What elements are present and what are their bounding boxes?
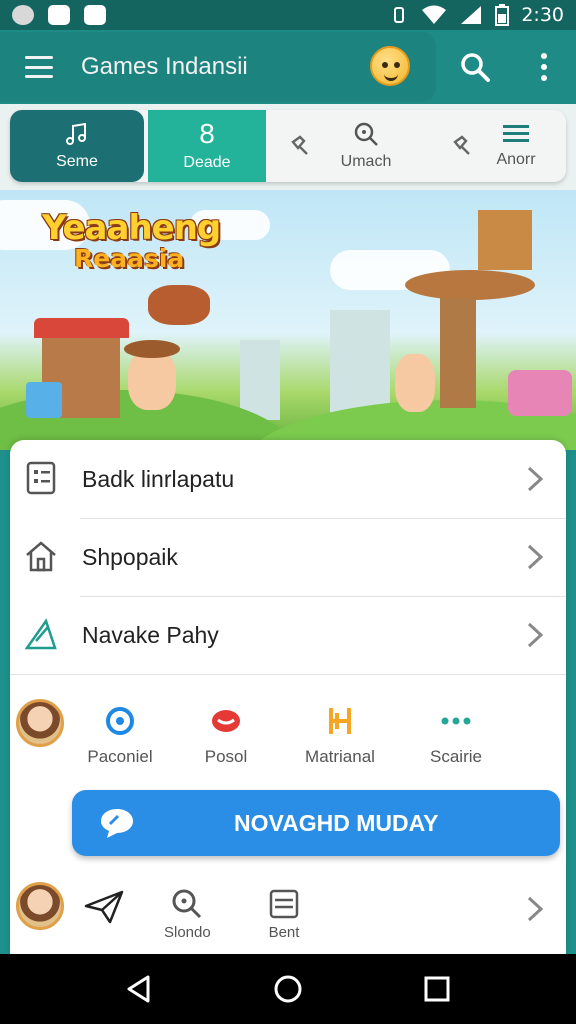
chevron-right-icon[interactable]	[526, 896, 544, 922]
hat	[124, 340, 180, 358]
list-item-label: Navake Pahy	[82, 621, 219, 648]
tab-label: Deade	[183, 154, 231, 171]
kid-character	[395, 354, 435, 412]
hero-subtitle: Reaasia	[74, 244, 185, 273]
list-button[interactable]: Bent	[268, 888, 300, 941]
list-item-label: Badk linrlapatu	[82, 465, 235, 492]
tab-label: Umach	[340, 153, 392, 170]
primary-action-button[interactable]: NOVAGHD MUDAY	[72, 790, 560, 856]
home-icon	[26, 541, 56, 572]
chevron-right-icon	[527, 544, 544, 570]
search-icon	[172, 889, 202, 919]
wifi-icon	[422, 5, 447, 24]
home-button-icon[interactable]	[273, 974, 303, 1004]
quick-action-label: Matrianal	[305, 747, 375, 766]
quick-actions: Paconiel Posol Matrianal Scairie	[10, 695, 566, 775]
quick-action-matrianal[interactable]: Matrianal	[280, 705, 400, 767]
fruit-basket	[26, 382, 62, 418]
primary-action-label: NOVAGHD MUDAY	[234, 809, 439, 836]
quick-action-label: Paconiel	[87, 747, 153, 766]
dots-icon	[441, 717, 471, 725]
tab-deade[interactable]: 8 Deade	[148, 110, 266, 182]
bread-item	[148, 285, 210, 325]
smiley-avatar-icon[interactable]	[370, 46, 410, 86]
list-item-label: Shpopaik	[82, 543, 178, 570]
avatar[interactable]	[16, 882, 64, 930]
chat-bubble-icon	[101, 809, 133, 838]
search-icon	[354, 122, 378, 146]
chevron-right-icon	[527, 622, 544, 648]
tab-label: Seme	[56, 153, 98, 170]
list-item-badk[interactable]: Badk linrlapatu	[10, 440, 566, 518]
search-button[interactable]: Slondo	[164, 888, 211, 941]
hero-title: Yeaaheng	[42, 208, 221, 248]
status-bar: 2:30	[0, 0, 576, 30]
music-note-icon	[66, 122, 86, 145]
quick-action-paconiel[interactable]: Paconiel	[60, 705, 180, 767]
recents-icon[interactable]	[422, 974, 452, 1004]
clock: 2:30	[521, 4, 564, 26]
system-nav-bar	[0, 954, 576, 1024]
avatar[interactable]	[16, 699, 64, 747]
at-icon	[106, 707, 134, 735]
send-icon	[84, 890, 124, 924]
pin-icon	[453, 135, 470, 155]
quick-action-label: Posol	[204, 747, 248, 766]
triangle-ruler-icon	[24, 618, 57, 650]
treehouse-platform	[405, 270, 535, 300]
quick-action-scairie[interactable]: Scairie	[396, 705, 516, 767]
app-notification-icon	[12, 5, 34, 25]
hero-banner[interactable]: Yeaaheng Reaasia	[0, 190, 576, 450]
list-icon	[269, 889, 299, 919]
send-button[interactable]	[84, 890, 124, 924]
quick-action-posol[interactable]: Posol	[166, 705, 286, 767]
app-bar: Games Indansii	[0, 30, 576, 104]
clipboard-icon	[26, 461, 56, 495]
more-options-icon[interactable]	[535, 50, 553, 84]
menu-card: Badk linrlapatu Shpopaik Navake Pahy Pac…	[10, 440, 566, 954]
tab-seme[interactable]: Seme	[10, 110, 144, 182]
search-icon[interactable]	[460, 52, 490, 82]
cart	[508, 370, 572, 416]
pin-icon	[291, 135, 308, 155]
tree-trunk	[440, 298, 476, 408]
image-notification-icon	[48, 5, 70, 25]
lips-icon	[212, 710, 240, 732]
treehouse	[478, 210, 532, 270]
back-icon[interactable]	[124, 974, 154, 1004]
vibrate-icon	[394, 7, 405, 23]
menu-icon	[503, 125, 529, 142]
bottom-action-label: Slondo	[164, 924, 211, 941]
tab-bar: Seme 8 Deade Umach Anorr	[10, 110, 566, 182]
market-stall-roof	[34, 318, 129, 338]
battery-icon	[495, 4, 510, 26]
bottom-action-label: Bent	[268, 924, 300, 941]
chevron-right-icon	[527, 466, 544, 492]
h-icon	[329, 708, 351, 734]
farmer-character	[128, 350, 176, 410]
list-item-navake[interactable]: Navake Pahy	[10, 596, 566, 674]
tab-anorr[interactable]: Anorr	[453, 110, 566, 182]
tab-umach[interactable]: Umach	[266, 110, 466, 182]
bottom-actions: Slondo Bent	[10, 876, 566, 946]
bag-notification-icon	[84, 5, 106, 25]
tab-count: 8	[199, 118, 215, 149]
signal-icon	[461, 6, 482, 24]
list-item-shpopaik[interactable]: Shpopaik	[10, 518, 566, 596]
quick-action-label: Scairie	[430, 747, 482, 766]
tab-label: Anorr	[496, 151, 536, 168]
